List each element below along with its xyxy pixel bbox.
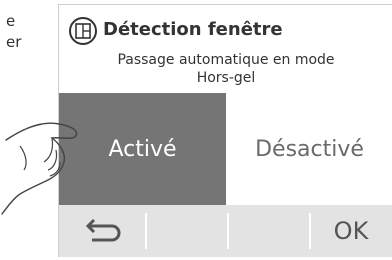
screen-title: Détection fenêtre (103, 19, 283, 40)
thermostat-screen: Détection fenêtre Passage automatique en… (58, 4, 392, 257)
subtitle-line-2: Hors-gel (196, 70, 256, 86)
background-text-fragment-1: e (6, 12, 16, 30)
window-icon (69, 17, 97, 45)
bottom-button-bar: OK (59, 205, 392, 257)
ok-button[interactable]: OK (309, 205, 392, 257)
subtitle-line-1: Passage automatique en mode (117, 52, 335, 68)
screen-header: Détection fenêtre Passage automatique en… (59, 5, 392, 93)
screen-subtitle: Passage automatique en mode Hors-gel (59, 51, 392, 87)
option-disabled-button[interactable]: Désactivé (226, 93, 392, 205)
empty-button-2[interactable] (227, 205, 309, 257)
choice-group: Activé Désactivé (59, 93, 392, 205)
background-text-fragment-2: er (6, 33, 22, 51)
empty-button-1[interactable] (145, 205, 227, 257)
pointing-hand-illustration (1, 122, 78, 215)
